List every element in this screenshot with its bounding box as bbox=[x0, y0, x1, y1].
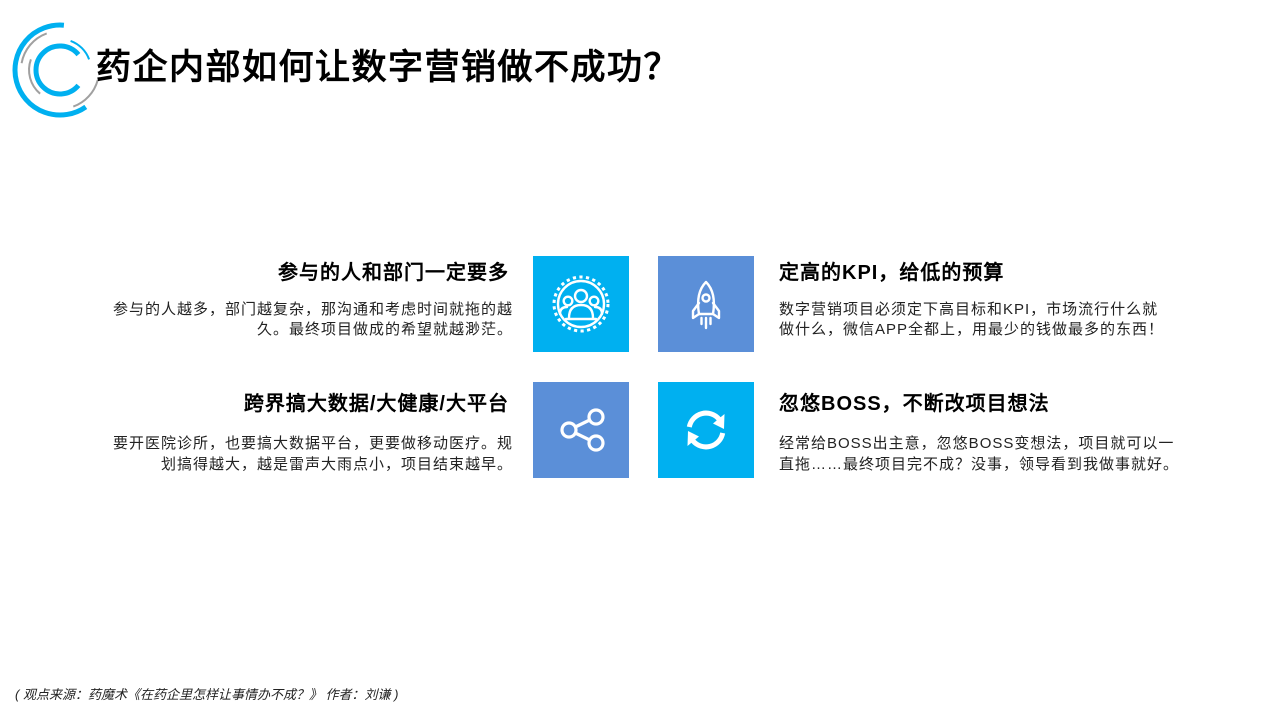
tile-refresh bbox=[658, 382, 754, 478]
item-body-line: 做什么，微信APP全都上，用最少的钱做最多的东西！ bbox=[779, 321, 1165, 338]
item-body: 经常给BOSS出主意，忽悠BOSS变想法，项目就可以一 直拖……最终项目完不成？… bbox=[779, 433, 1199, 475]
item-body-line: 要开医院诊所，也要搞大数据平台，更要做移动医疗。规 bbox=[112, 435, 513, 452]
refresh-icon bbox=[686, 410, 726, 450]
item-body-line: 直拖……最终项目完不成？没事，领导看到我做事就好。 bbox=[779, 456, 1180, 473]
item-body: 数字营销项目必须定下高目标和KPI，市场流行什么就 做什么，微信APP全都上，用… bbox=[779, 300, 1199, 340]
logo-arcs-icon bbox=[12, 22, 99, 118]
item-text-many-departments: 参与的人和部门一定要多 参与的人越多，部门越复杂，那沟通和考虑时间就拖的越 久。… bbox=[90, 261, 513, 340]
tile-rocket bbox=[658, 256, 754, 352]
item-body: 参与的人越多，部门越复杂，那沟通和考虑时间就拖的越 久。最终项目做成的希望就越渺… bbox=[90, 300, 513, 340]
item-body-line: 久。最终项目做成的希望就越渺茫。 bbox=[256, 321, 513, 338]
item-heading: 参与的人和部门一定要多 bbox=[278, 262, 509, 284]
share-icon bbox=[560, 408, 605, 452]
item-body-line: 数字营销项目必须定下高目标和KPI，市场流行什么就 bbox=[779, 301, 1159, 318]
slide: 药企内部如何让数字营销做不成功？ 参与的人和部门一定要多 参与的人越多，部门越复… bbox=[0, 0, 1280, 720]
item-text-big-platform: 跨界搞大数据/大健康/大平台 要开医院诊所，也要搞大数据平台，更要做移动医疗。规… bbox=[90, 392, 513, 475]
item-heading: 定高的KPI，给低的预算 bbox=[779, 262, 1005, 284]
rocket-icon bbox=[691, 280, 721, 330]
item-text-fool-boss: 忽悠BOSS，不断改项目想法 经常给BOSS出主意，忽悠BOSS变想法，项目就可… bbox=[779, 392, 1199, 475]
item-text-high-kpi: 定高的KPI，给低的预算 数字营销项目必须定下高目标和KPI，市场流行什么就 做… bbox=[779, 261, 1199, 340]
tile-share bbox=[533, 382, 629, 478]
item-heading: 跨界搞大数据/大健康/大平台 bbox=[243, 393, 509, 415]
item-body-line: 经常给BOSS出主意，忽悠BOSS变想法，项目就可以一 bbox=[779, 435, 1175, 452]
item-heading: 忽悠BOSS，不断改项目想法 bbox=[779, 393, 1050, 415]
tile-team bbox=[533, 256, 629, 352]
source-footnote: ( 观点来源：药魔术《在药企里怎样让事情办不成？》 作者：刘谦 ) bbox=[15, 687, 399, 702]
item-body: 要开医院诊所，也要搞大数据平台，更要做移动医疗。规 划搞得越大，越是雷声大雨点小… bbox=[90, 433, 513, 475]
team-icon bbox=[552, 275, 610, 333]
item-body-line: 划搞得越大，越是雷声大雨点小，项目结束越早。 bbox=[160, 456, 513, 473]
page-title: 药企内部如何让数字营销做不成功？ bbox=[96, 48, 681, 87]
item-body-line: 参与的人越多，部门越复杂，那沟通和考虑时间就拖的越 bbox=[112, 301, 513, 318]
